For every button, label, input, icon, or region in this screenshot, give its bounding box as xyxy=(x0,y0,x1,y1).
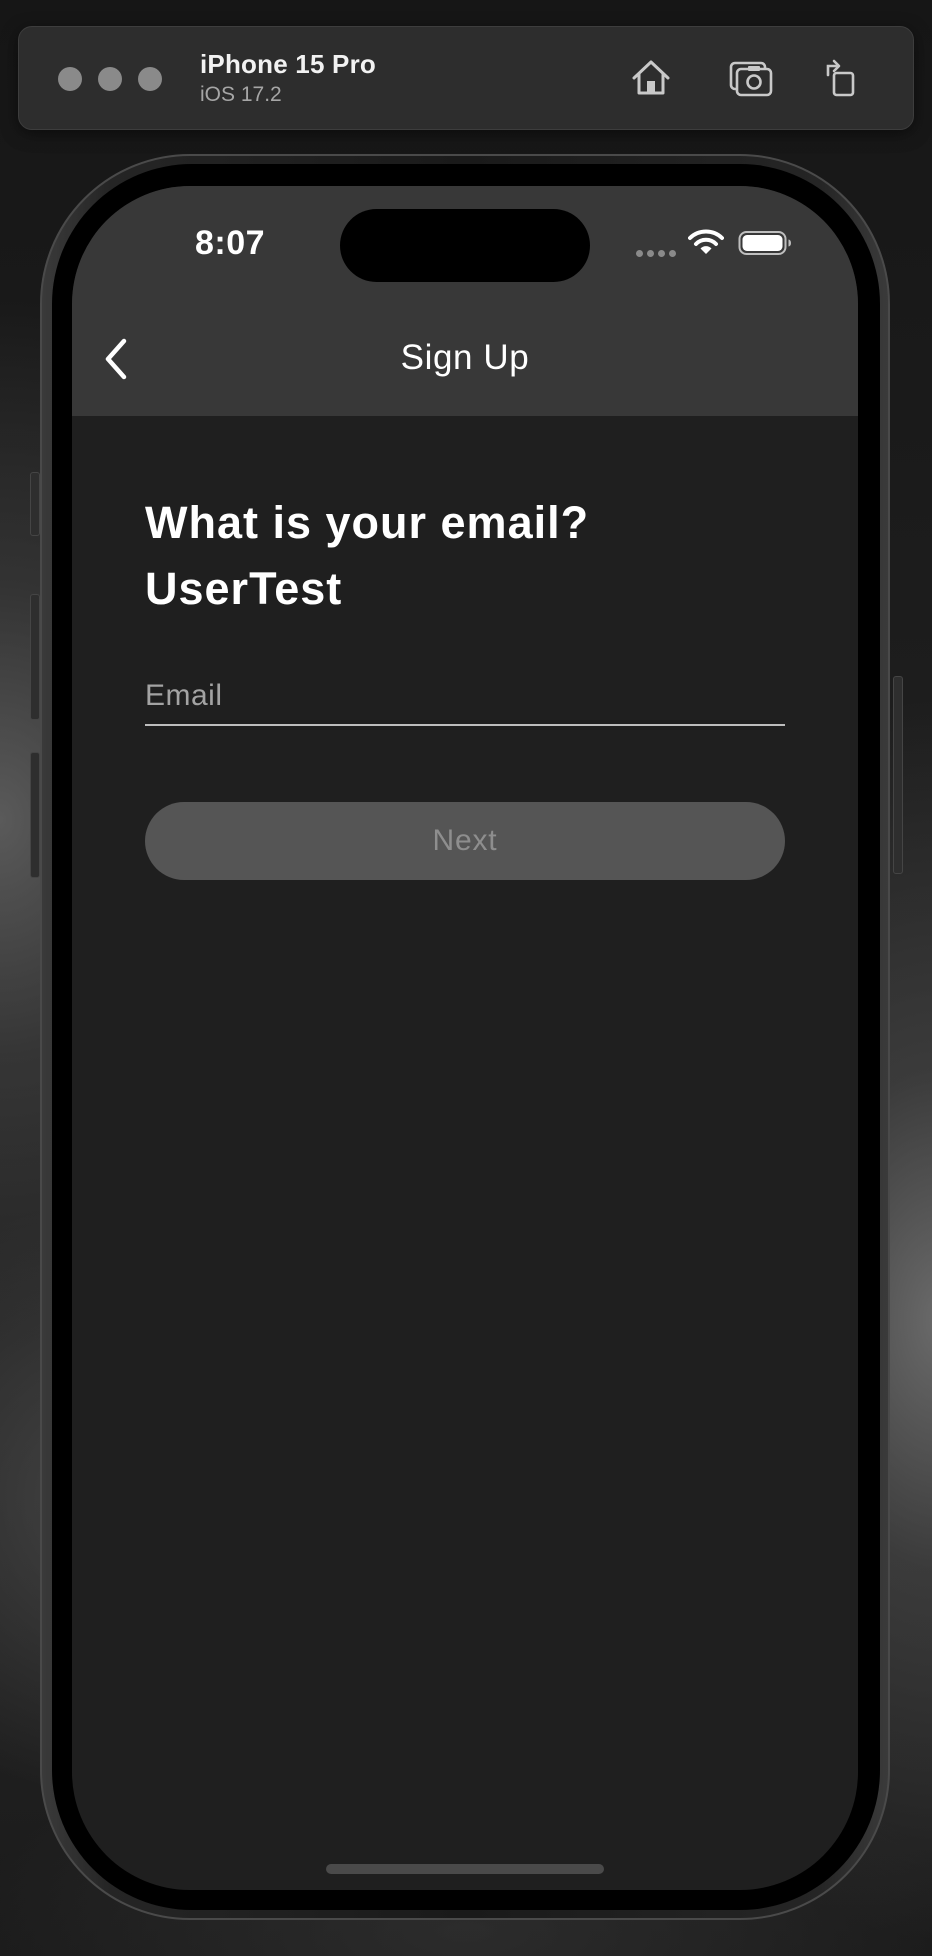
cellular-signal-icon xyxy=(636,250,678,258)
next-button[interactable]: Next xyxy=(145,802,785,880)
volume-down-button xyxy=(30,752,40,878)
battery-icon xyxy=(738,230,792,256)
screenshot-icon[interactable] xyxy=(726,53,776,103)
app-screen: 8:07 Sign Up What is your email? UserTes… xyxy=(72,186,858,1890)
home-indicator[interactable] xyxy=(326,1864,604,1874)
minimize-window-button[interactable] xyxy=(98,67,122,91)
device-os-version: iOS 17.2 xyxy=(200,83,282,106)
dynamic-island xyxy=(340,209,590,282)
close-window-button[interactable] xyxy=(58,67,82,91)
action-button xyxy=(30,472,40,536)
email-input[interactable] xyxy=(145,668,785,726)
wifi-icon xyxy=(688,228,724,256)
home-icon[interactable] xyxy=(626,53,676,103)
email-question-heading: What is your email? UserTest xyxy=(145,497,590,614)
device-name: iPhone 15 Pro xyxy=(200,49,376,79)
status-time: 8:07 xyxy=(194,224,266,262)
zoom-window-button[interactable] xyxy=(138,67,162,91)
side-power-button xyxy=(893,676,903,874)
page-title: Sign Up xyxy=(400,338,530,377)
rotate-icon[interactable] xyxy=(816,53,866,103)
simulator-toolbar: iPhone 15 Pro iOS 17.2 xyxy=(18,26,914,130)
volume-up-button xyxy=(30,594,40,720)
